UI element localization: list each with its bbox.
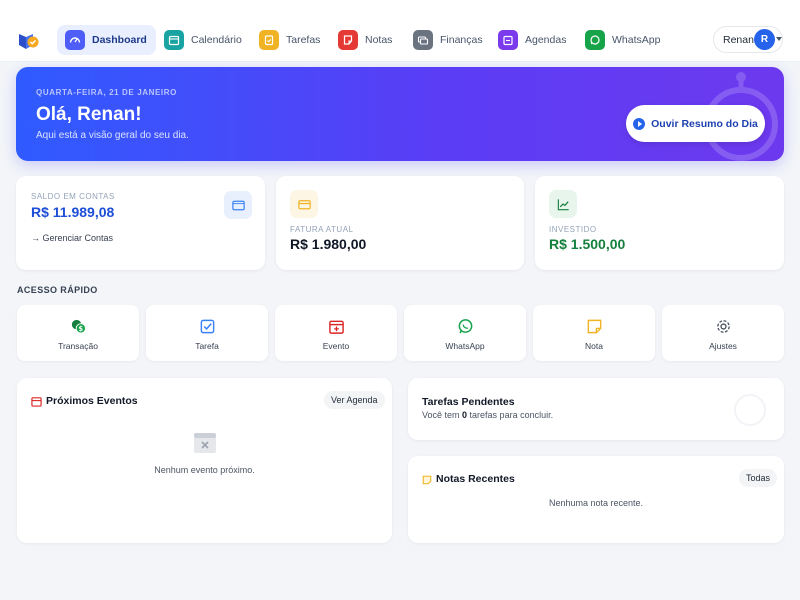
nav-whatsapp[interactable]: WhatsApp — [577, 25, 669, 55]
stat-value-fatura: R$ 1.980,00 — [290, 236, 367, 252]
listen-summary-button[interactable]: Ouvir Resumo do Dia — [626, 105, 765, 142]
top-navbar: Dashboard Calendário Tarefas Notas Finan… — [0, 0, 800, 62]
upcoming-events-panel: Próximos Eventos Ver Agenda Nenhum event… — [17, 378, 392, 543]
checkbox-icon — [198, 317, 216, 335]
quick-action-tarefa[interactable]: Tarefa — [146, 305, 268, 361]
quick-action-nota[interactable]: Nota — [533, 305, 655, 361]
welcome-banner: QUARTA-FEIRA, 21 DE JANEIRO Olá, Renan! … — [16, 67, 784, 161]
greeting-title: Olá, Renan! — [36, 104, 142, 125]
gear-icon — [714, 317, 732, 335]
nav-notas[interactable]: Notas — [330, 25, 401, 55]
svg-text:$: $ — [78, 325, 83, 333]
quick-action-transacao[interactable]: $ Transação — [17, 305, 139, 361]
events-empty-text: Nenhum evento próximo. — [154, 465, 255, 475]
current-date: QUARTA-FEIRA, 21 DE JANEIRO — [36, 88, 177, 97]
user-name: Renan — [723, 33, 754, 46]
quick-action-label: Transação — [58, 341, 98, 351]
credit-card-icon — [290, 190, 318, 218]
stat-card-fatura: FATURA ATUAL R$ 1.980,00 — [276, 176, 524, 270]
tasks-title: Tarefas Pendentes — [422, 396, 515, 408]
nav-label: Notas — [365, 34, 393, 46]
user-menu-button[interactable]: Renan R — [713, 26, 783, 53]
tasks-progress-ring — [734, 394, 766, 426]
events-title: Próximos Eventos — [46, 395, 138, 407]
nav-label: Tarefas — [286, 34, 321, 46]
sticky-note-icon — [585, 317, 603, 335]
view-agenda-button[interactable]: Ver Agenda — [324, 391, 385, 409]
nav-dashboard[interactable]: Dashboard — [57, 25, 156, 55]
calendar-icon — [164, 30, 184, 50]
play-icon — [633, 117, 646, 130]
nav-agendas[interactable]: Agendas — [490, 25, 575, 55]
gauge-icon — [65, 30, 85, 50]
all-notes-button[interactable]: Todas — [739, 469, 778, 487]
quick-action-whatsapp[interactable]: WhatsApp — [404, 305, 526, 361]
nav-calendario[interactable]: Calendário — [156, 25, 251, 55]
nav-label: Calendário — [191, 34, 242, 46]
nav-financas[interactable]: Finanças — [405, 25, 492, 55]
stat-label: INVESTIDO — [549, 225, 597, 234]
money-icon — [413, 30, 433, 50]
stat-label: FATURA ATUAL — [290, 225, 354, 234]
stat-value-investido: R$ 1.500,00 — [549, 236, 626, 252]
trend-up-icon — [549, 190, 577, 218]
quick-action-label: Evento — [322, 341, 350, 351]
wallet-icon — [224, 191, 252, 219]
quick-action-label: Tarefa — [195, 341, 219, 351]
avatar: R — [754, 29, 775, 50]
whatsapp-icon — [585, 30, 605, 50]
calendar-empty-icon — [194, 433, 216, 453]
app-logo-icon[interactable] — [16, 28, 40, 52]
tasks-summary: Você tem 0 tarefas para concluir. — [422, 410, 553, 420]
chevron-down-icon — [776, 37, 782, 41]
nav-label: WhatsApp — [612, 34, 661, 46]
nav-label: Dashboard — [92, 34, 147, 46]
stat-card-investido: INVESTIDO R$ 1.500,00 — [535, 176, 784, 270]
quick-access-title: ACESSO RÁPIDO — [17, 285, 98, 295]
quick-action-evento[interactable]: Evento — [275, 305, 397, 361]
nav-tarefas[interactable]: Tarefas — [251, 25, 329, 55]
nav-label: Finanças — [440, 34, 483, 46]
note-icon — [338, 30, 358, 50]
recent-notes-panel: Notas Recentes Todas Nenhuma nota recent… — [408, 456, 784, 543]
agenda-icon — [498, 30, 518, 50]
stat-card-saldo: SALDO EM CONTAS R$ 11.989,08 → Gerenciar… — [16, 176, 265, 270]
whatsapp-icon — [456, 317, 474, 335]
nav-label: Agendas — [525, 34, 567, 46]
pending-tasks-panel: Tarefas Pendentes Você tem 0 tarefas par… — [408, 378, 784, 440]
tasks-summary-prefix: Você tem — [422, 410, 463, 420]
clipboard-icon — [259, 30, 279, 50]
stat-label: SALDO EM CONTAS — [31, 192, 115, 201]
sticky-note-icon — [422, 475, 432, 485]
stat-value-saldo: R$ 11.989,08 — [31, 204, 115, 220]
quick-action-label: Ajustes — [709, 341, 737, 351]
notes-title: Notas Recentes — [436, 473, 515, 485]
listen-summary-label: Ouvir Resumo do Dia — [651, 117, 758, 130]
quick-action-ajustes[interactable]: Ajustes — [662, 305, 784, 361]
calendar-icon — [31, 397, 42, 407]
quick-action-label: Nota — [585, 341, 603, 351]
money-transfer-icon: $ — [69, 317, 87, 335]
quick-action-label: WhatsApp — [445, 341, 485, 351]
calendar-plus-icon — [327, 317, 345, 335]
greeting-subtitle: Aqui está a visão geral do seu dia. — [36, 130, 189, 141]
tasks-summary-suffix: tarefas para concluir. — [467, 410, 554, 420]
manage-accounts-link[interactable]: → Gerenciar Contas — [31, 233, 113, 243]
notes-empty-text: Nenhuma nota recente. — [548, 498, 644, 508]
